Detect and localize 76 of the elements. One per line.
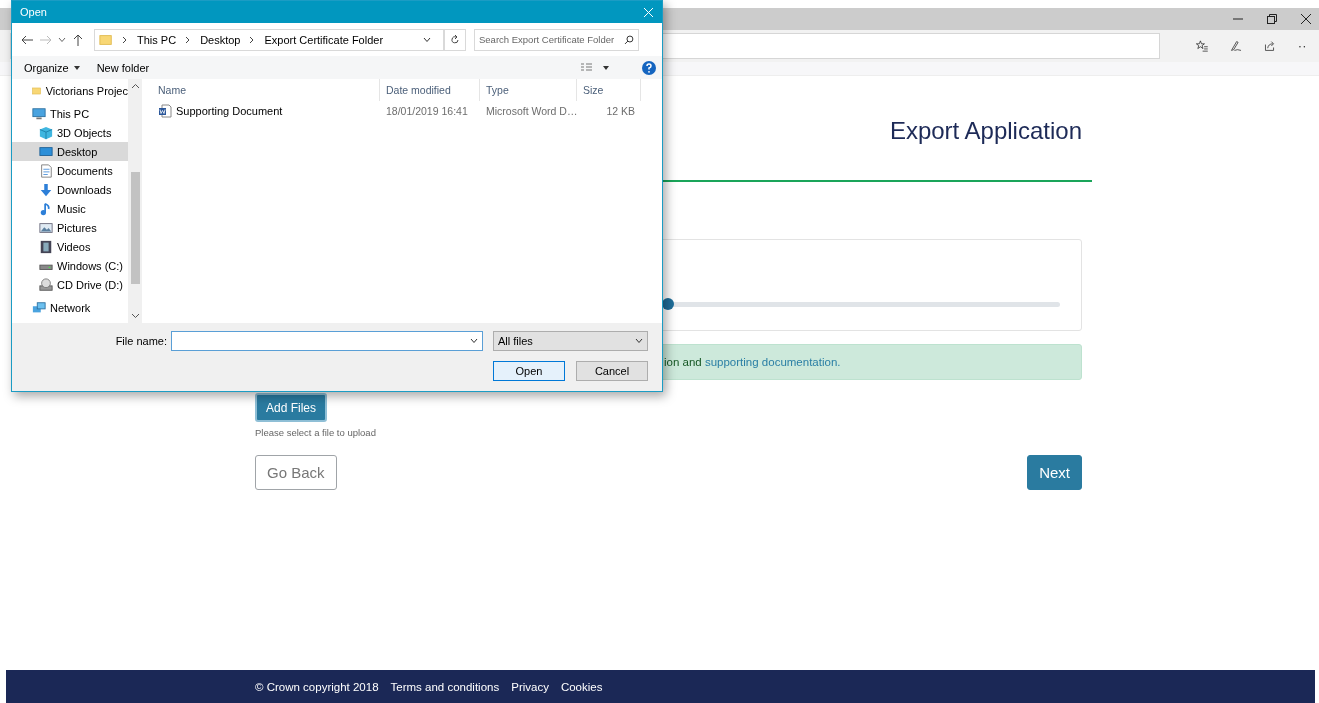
dialog-title: Open (20, 6, 47, 18)
restore-icon[interactable] (1265, 12, 1279, 26)
scrollbar[interactable] (128, 79, 142, 323)
desktop-icon (39, 144, 53, 159)
videos-icon (39, 239, 53, 254)
date-cell-text: 18/01/2019 16:41 (385, 105, 469, 117)
nav-item[interactable]: Victorians Projec (12, 81, 128, 100)
size-cell-text: 12 KB (605, 105, 636, 117)
file-row[interactable]: Supporting Document 18/01/2019 16:41 Microsoft Word D… 12 KB (142, 101, 662, 121)
help-text: Please select a file to upload (255, 427, 377, 438)
breadcrumb-bar[interactable]: This PC Desktop Export Certificate Folder (94, 28, 444, 51)
organize-button[interactable]: Organize (20, 59, 85, 76)
add-files-button[interactable]: Add Files (255, 393, 328, 422)
nav-item[interactable]: 3D Objects (12, 123, 128, 142)
documentation-link[interactable]: supporting documentation. (704, 356, 841, 368)
chevron-icon (121, 35, 129, 44)
column-header[interactable]: Date modified (380, 79, 480, 101)
docs-icon (39, 163, 53, 178)
copyright-text: © Crown copyright 2018 (255, 680, 379, 693)
nav-item[interactable]: CD Drive (D:) (12, 275, 128, 294)
footer-link[interactable]: Terms and conditions (390, 680, 500, 693)
nav-item[interactable]: Downloads (12, 180, 128, 199)
help-icon[interactable] (642, 60, 656, 75)
scroll-down-icon[interactable] (130, 311, 140, 320)
column-header[interactable]: Name (152, 79, 380, 101)
file-name-label: File name: (115, 335, 167, 347)
refresh-icon (450, 34, 460, 45)
breadcrumb-item[interactable]: This PC (137, 33, 177, 46)
scroll-up-icon[interactable] (130, 82, 140, 91)
open-button[interactable]: Open (493, 361, 565, 381)
nav-item[interactable]: This PC (12, 104, 128, 123)
search-field[interactable]: Search Export Certificate Folder (474, 28, 639, 51)
close-icon[interactable] (1299, 12, 1313, 26)
nav-item[interactable]: Documents (12, 161, 128, 180)
column-header[interactable]: Type (480, 79, 577, 101)
nav-item[interactable]: Windows (C:) (12, 256, 128, 275)
caret-icon (423, 35, 431, 44)
file-type-dropdown[interactable]: All files (493, 331, 648, 351)
caret-icon (470, 337, 478, 345)
recent-caret-icon[interactable] (58, 35, 66, 44)
cube-icon (39, 125, 53, 140)
folder-icon (99, 32, 113, 47)
word-document-icon (158, 104, 172, 118)
up-arrow-icon[interactable] (71, 32, 85, 47)
pictures-icon (39, 220, 53, 235)
search-icon (624, 34, 634, 45)
breadcrumb-item[interactable]: Export Certificate Folder (264, 33, 384, 46)
page-title: Export Application (889, 117, 1082, 145)
refresh-button[interactable] (444, 28, 466, 51)
download-icon (39, 182, 53, 197)
nav-item[interactable]: Videos (12, 237, 128, 256)
breadcrumb-item[interactable]: Desktop (200, 33, 241, 46)
back-button[interactable]: Go Back (255, 455, 337, 490)
nav-item[interactable]: Music (12, 199, 128, 218)
pen-icon[interactable] (1229, 38, 1242, 54)
network-icon (32, 300, 46, 315)
share-icon[interactable] (1263, 38, 1276, 54)
favorites-star-icon[interactable] (1196, 38, 1208, 54)
column-header[interactable]: Size (577, 79, 641, 101)
type-cell-text: Microsoft Word D… (485, 105, 577, 117)
footer-link[interactable]: Cookies (560, 680, 603, 693)
footer-link[interactable]: Privacy (511, 680, 549, 693)
music-icon (39, 201, 53, 216)
cd-icon (39, 277, 53, 292)
file-name-field[interactable] (171, 331, 483, 351)
nav-item[interactable]: Desktop (12, 142, 128, 161)
caret-icon (635, 337, 643, 345)
new-folder-button[interactable]: New folder (92, 59, 154, 76)
next-button[interactable]: Next (1027, 455, 1082, 490)
pc-icon (32, 106, 46, 121)
caret-icon[interactable] (602, 63, 610, 72)
nav-item[interactable]: Network (12, 298, 128, 317)
cancel-button[interactable]: Cancel (576, 361, 648, 381)
file-name: Supporting Document (176, 105, 283, 117)
nav-item[interactable]: Pictures (12, 218, 128, 237)
alert-text: ion and (664, 356, 703, 368)
